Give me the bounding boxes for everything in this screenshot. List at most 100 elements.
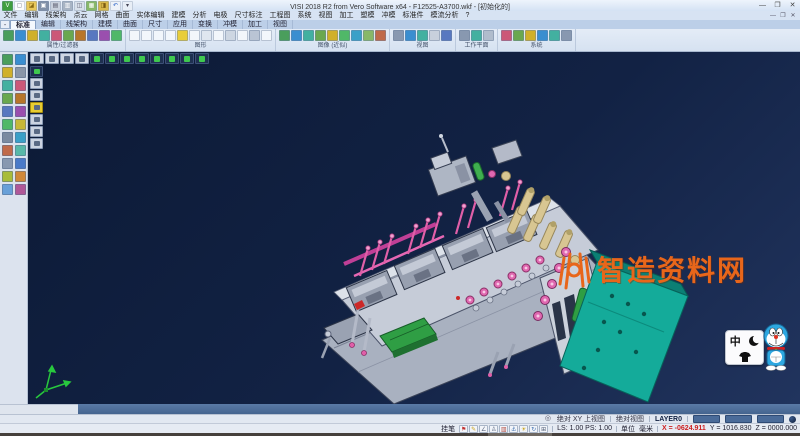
menu-item-16[interactable]: 冲模 (378, 11, 399, 20)
dock-icon-3[interactable] (15, 67, 26, 78)
save-all-icon[interactable]: ▥ (62, 1, 73, 11)
dock-icon-8[interactable] (2, 106, 13, 117)
anchor-icon[interactable]: ⚓ (509, 425, 518, 433)
dock-icon-16[interactable] (2, 158, 13, 169)
print-icon[interactable]: ▤ (50, 1, 61, 11)
ribbon-icon-1-3[interactable] (165, 30, 176, 41)
menu-item-14[interactable]: 加工 (336, 11, 357, 20)
view-toolbar-icon-7[interactable] (135, 53, 149, 64)
menu-item-1[interactable]: 编辑 (21, 11, 42, 20)
menu-item-10[interactable]: 尺寸标注 (231, 11, 266, 20)
ribbon-icon-5-4[interactable] (549, 30, 560, 41)
skin-icon[interactable] (739, 352, 751, 362)
flag-icon[interactable]: ⚑ (459, 425, 468, 433)
ribbon-icon-2-7[interactable] (363, 30, 374, 41)
ribbon-icon-5-2[interactable] (525, 30, 536, 41)
menu-item-8[interactable]: 分析 (189, 11, 210, 20)
dock-icon-17[interactable] (15, 158, 26, 169)
menu-item-17[interactable]: 标准件 (399, 11, 427, 20)
menu-item-3[interactable]: 点云 (70, 11, 91, 20)
visi-logo-icon[interactable]: V (2, 1, 13, 11)
new-document-icon[interactable]: ▢ (14, 1, 25, 11)
dock-icon-10[interactable] (2, 119, 13, 130)
mdi-close-button[interactable]: ✕ (788, 12, 798, 20)
tab-0[interactable]: 标准 (10, 20, 36, 29)
ribbon-icon-0-2[interactable] (27, 30, 38, 41)
dock-icon-21[interactable] (15, 184, 26, 195)
dock-icon-20[interactable] (2, 184, 13, 195)
picture-icon[interactable]: ▦ (86, 1, 97, 11)
dock-icon-12[interactable] (2, 132, 13, 143)
restore-button[interactable]: ❐ (770, 1, 785, 11)
menu-item-6[interactable]: 实体编辑 (133, 11, 168, 20)
render-mode-orb-icon[interactable] (789, 416, 796, 423)
ribbon-icon-1-10[interactable] (249, 30, 260, 41)
pen-icon[interactable]: ✎ (469, 425, 478, 433)
tab-1[interactable]: 编辑 (36, 20, 61, 29)
view-toolbar-icon-6[interactable] (120, 53, 134, 64)
dock-icon-11[interactable] (15, 119, 26, 130)
view-toolbar-icon-5[interactable] (105, 53, 119, 64)
ribbon-icon-1-11[interactable] (261, 30, 272, 41)
menu-item-13[interactable]: 视图 (315, 11, 336, 20)
viewport-canvas[interactable]: 智造资料网 中 (28, 52, 800, 404)
collapse-ribbon-button[interactable]: - (0, 20, 10, 29)
tab-3[interactable]: 建模 (93, 20, 118, 29)
tab-5[interactable]: 尺寸 (143, 20, 168, 29)
view-toolbar-icon-10[interactable] (180, 53, 194, 64)
ribbon-icon-1-2[interactable] (153, 30, 164, 41)
tab-10[interactable]: 视图 (268, 20, 293, 29)
minimize-button[interactable]: — (755, 1, 770, 11)
ribbon-icon-0-1[interactable] (15, 30, 26, 41)
menu-item-19[interactable]: ? (462, 11, 473, 20)
dock-icon-5[interactable] (15, 80, 26, 91)
dock-icon-0[interactable] (2, 54, 13, 65)
ribbon-icon-1-7[interactable] (213, 30, 224, 41)
ribbon-icon-1-4[interactable] (177, 30, 188, 41)
view-toolbar-icon-3[interactable] (75, 53, 89, 64)
ribbon-icon-2-6[interactable] (351, 30, 362, 41)
ribbon-icon-2-4[interactable] (327, 30, 338, 41)
dock-icon-4[interactable] (2, 80, 13, 91)
snap-label[interactable]: 挂笔 (441, 424, 455, 434)
view-toolbar-icon-4[interactable] (90, 53, 104, 64)
view-toolbar-icon-1[interactable] (45, 53, 59, 64)
status-field-1[interactable] (693, 415, 720, 423)
mdi-minimize-button[interactable]: — (768, 12, 778, 20)
view-toolbar-icon-11[interactable] (195, 53, 209, 64)
ribbon-icon-2-2[interactable] (303, 30, 314, 41)
open-folder-icon[interactable]: ◪ (26, 1, 37, 11)
dock-icon-19[interactable] (15, 171, 26, 182)
angle-icon[interactable]: ∠ (479, 425, 488, 433)
close-button[interactable]: ✕ (785, 1, 800, 11)
menu-item-12[interactable]: 系统 (294, 11, 315, 20)
status-field-2[interactable] (725, 415, 752, 423)
ribbon-icon-5-1[interactable] (513, 30, 524, 41)
menu-item-5[interactable]: 曲面 (112, 11, 133, 20)
view-toolbar-icon-2[interactable] (60, 53, 74, 64)
dock-icon-15[interactable] (15, 145, 26, 156)
tab-7[interactable]: 变换 (193, 20, 218, 29)
ribbon-icon-2-1[interactable] (291, 30, 302, 41)
units-value[interactable]: 毫米 (639, 424, 653, 434)
dock-icon-1[interactable] (15, 54, 26, 65)
ribbon-icon-0-9[interactable] (111, 30, 122, 41)
dock-icon-13[interactable] (15, 132, 26, 143)
ribbon-icon-1-8[interactable] (225, 30, 236, 41)
ribbon-icon-2-3[interactable] (315, 30, 326, 41)
tab-8[interactable]: 冲模 (218, 20, 243, 29)
dock-icon-9[interactable] (15, 106, 26, 117)
ribbon-icon-2-0[interactable] (279, 30, 290, 41)
dock-icon-6[interactable] (2, 93, 13, 104)
select-toolbar-icon-1[interactable] (30, 78, 43, 89)
dock-icon-7[interactable] (15, 93, 26, 104)
ribbon-icon-5-3[interactable] (537, 30, 548, 41)
view-toolbar-icon-9[interactable] (165, 53, 179, 64)
view-toolbar-icon-8[interactable] (150, 53, 164, 64)
menu-item-2[interactable]: 线架构 (42, 11, 70, 20)
ribbon-icon-0-6[interactable] (75, 30, 86, 41)
layer-indicator[interactable]: LAYER0 (655, 416, 682, 423)
ribbon-icon-0-5[interactable] (63, 30, 74, 41)
select-toolbar-icon-2[interactable] (30, 90, 43, 101)
ribbon-icon-3-3[interactable] (429, 30, 440, 41)
